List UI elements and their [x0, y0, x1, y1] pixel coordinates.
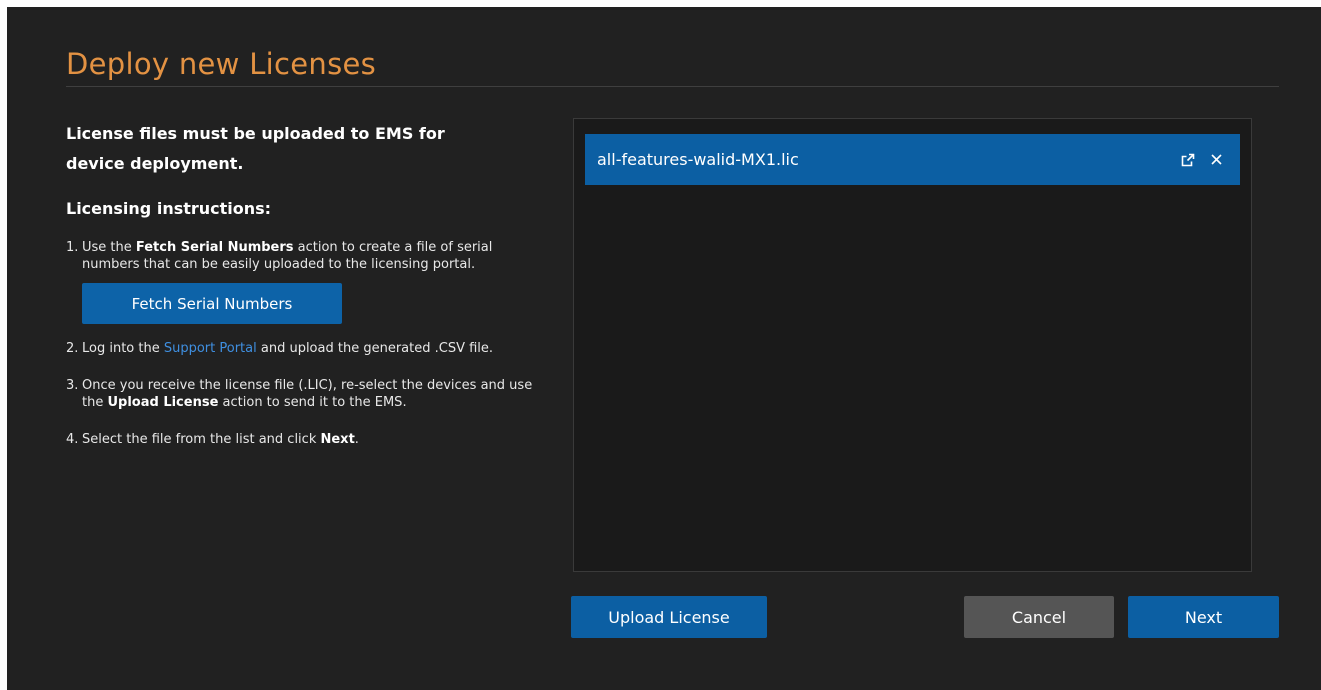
step-bold-text: Upload License: [107, 395, 219, 410]
step-number: 2.: [66, 341, 79, 356]
instruction-step-2: 2. Log into the Support Portal and uploa…: [66, 340, 552, 357]
step-text: Log into the: [82, 341, 164, 356]
support-portal-link[interactable]: Support Portal: [164, 341, 257, 356]
step-bold-text: Next: [320, 432, 355, 447]
step-number: 4.: [66, 432, 79, 447]
deploy-licenses-dialog: Deploy new Licenses License files must b…: [7, 7, 1321, 690]
step-text: action to send it to the EMS.: [218, 395, 407, 410]
step-text: .: [354, 432, 359, 447]
fetch-serial-numbers-button[interactable]: Fetch Serial Numbers: [82, 283, 342, 324]
step-number: 3.: [66, 378, 79, 393]
instructions-panel: License files must be uploaded to EMS fo…: [66, 119, 556, 468]
dialog-title: Deploy new Licenses: [66, 47, 377, 81]
close-icon[interactable]: [1206, 150, 1226, 170]
step-bold-text: Fetch Serial Numbers: [135, 240, 294, 255]
instruction-step-4: 4. Select the file from the list and cli…: [66, 431, 552, 448]
window-top-edge: [0, 0, 1321, 7]
instructions-heading: Licensing instructions:: [66, 199, 272, 218]
title-divider: [66, 86, 1279, 87]
step-text: Select the file from the list and click: [82, 432, 321, 447]
instruction-step-3: 3. Once you receive the license file (.L…: [66, 377, 552, 411]
open-external-icon[interactable]: [1178, 150, 1198, 170]
intro-text: License files must be uploaded to EMS fo…: [66, 124, 445, 173]
license-file-name: all-features-walid-MX1.lic: [597, 150, 799, 169]
instruction-steps: 1. Use the Fetch Serial Numbers action t…: [66, 239, 556, 448]
upload-license-button[interactable]: Upload License: [571, 596, 767, 638]
license-file-list: all-features-walid-MX1.lic: [573, 118, 1252, 572]
cancel-button[interactable]: Cancel: [964, 596, 1114, 638]
step-text: and upload the generated .CSV file.: [256, 341, 494, 356]
license-file-item[interactable]: all-features-walid-MX1.lic: [585, 134, 1240, 185]
step-text: Use the: [82, 240, 136, 255]
step-number: 1.: [66, 240, 79, 255]
next-button[interactable]: Next: [1128, 596, 1279, 638]
instruction-step-1: 1. Use the Fetch Serial Numbers action t…: [66, 239, 552, 324]
